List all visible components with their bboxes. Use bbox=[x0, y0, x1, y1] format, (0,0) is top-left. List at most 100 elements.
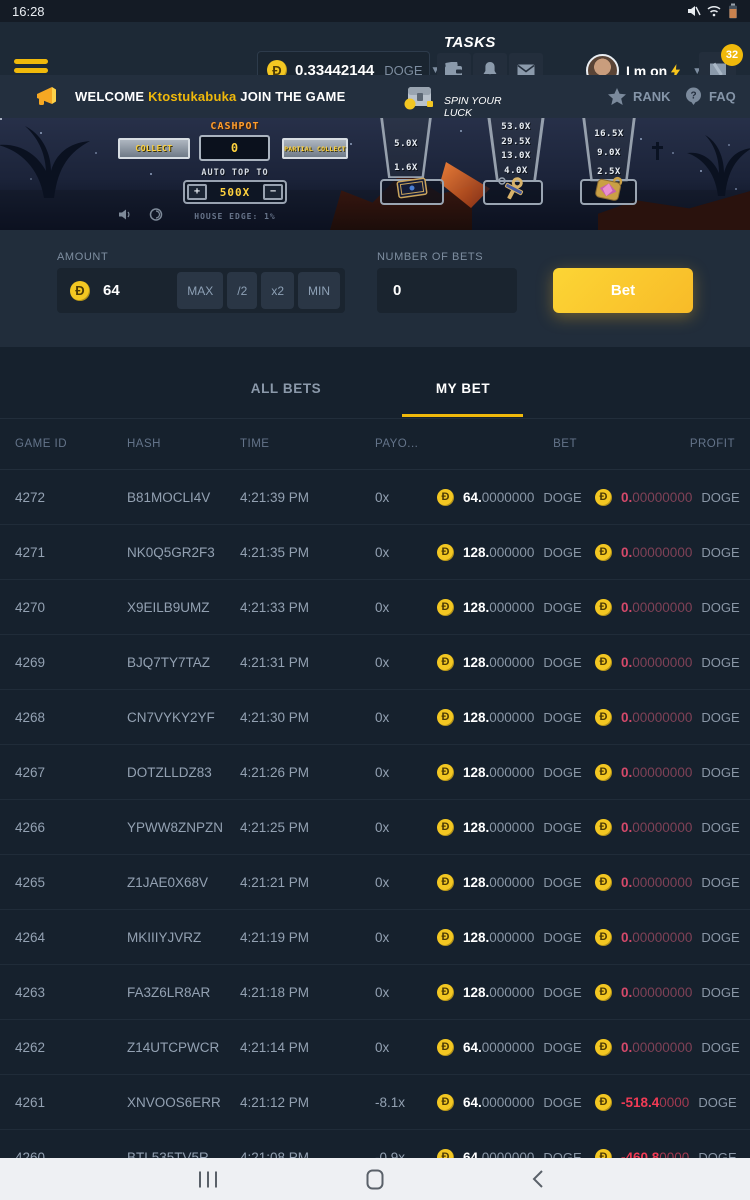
cell-payout: 0x bbox=[375, 930, 437, 945]
cell-bet: Ð64.0000000DOGE bbox=[437, 489, 577, 506]
profit-amount: 0.00000000 bbox=[621, 985, 692, 1000]
doge-coin-icon: Ð bbox=[595, 709, 612, 726]
table-row[interactable]: 4272B81MOCLI4V4:21:39 PM0xÐ64.0000000DOG… bbox=[0, 470, 750, 525]
cell-payout: 0x bbox=[375, 765, 437, 780]
cell-profit: Ð0.00000000DOGE bbox=[595, 544, 740, 561]
cell-time: 4:21:18 PM bbox=[240, 985, 375, 1000]
amount-modifier-button[interactable]: /2 bbox=[227, 272, 257, 309]
profit-amount: -518.40000 bbox=[621, 1095, 689, 1110]
bet-currency: DOGE bbox=[543, 820, 581, 835]
doge-coin-icon: Ð bbox=[437, 544, 454, 561]
home-button[interactable] bbox=[345, 1158, 405, 1200]
bets-input-group bbox=[377, 268, 517, 313]
rank-link[interactable]: RANK bbox=[608, 75, 671, 118]
bet-button[interactable]: Bet bbox=[553, 268, 693, 313]
increase-button[interactable]: + bbox=[187, 184, 207, 200]
bet-currency: DOGE bbox=[543, 1150, 581, 1159]
bet-currency: DOGE bbox=[543, 655, 581, 670]
profit-amount: 0.00000000 bbox=[621, 765, 692, 780]
table-row[interactable]: 4260BTL535TV5R4:21:08 PM-0.9xÐ64.0000000… bbox=[0, 1130, 750, 1158]
cell-hash: DOTZLLDZ83 bbox=[127, 765, 240, 780]
amount-modifier-button[interactable]: MIN bbox=[298, 272, 340, 309]
tower-1: 5.0X1.6X bbox=[378, 118, 434, 178]
table-row[interactable]: 4264MKIIIYJVRZ4:21:19 PM0xÐ128.000000DOG… bbox=[0, 910, 750, 965]
bet-currency: DOGE bbox=[543, 985, 581, 1000]
cell-payout: 0x bbox=[375, 1040, 437, 1055]
partial-collect-button[interactable]: PARTIAL COLLECT bbox=[282, 138, 348, 159]
profit-amount: 0.00000000 bbox=[621, 710, 692, 725]
grave-cross-decoration bbox=[652, 142, 663, 160]
cell-time: 4:21:14 PM bbox=[240, 1040, 375, 1055]
collect-button[interactable]: COLLECT bbox=[118, 138, 190, 159]
number-of-bets-input[interactable] bbox=[393, 282, 493, 299]
status-icons bbox=[687, 3, 738, 19]
cell-hash: Z14UTCPWCR bbox=[127, 1040, 240, 1055]
item-slot-book bbox=[380, 179, 444, 205]
table-row[interactable]: 4267DOTZLLDZ834:21:26 PM0xÐ128.000000DOG… bbox=[0, 745, 750, 800]
bet-amount: 128.000000 bbox=[463, 765, 534, 780]
table-row[interactable]: 4268CN7VYKY2YF4:21:30 PM0xÐ128.000000DOG… bbox=[0, 690, 750, 745]
table-row[interactable]: 4263FA3Z6LR8AR4:21:18 PM0xÐ128.000000DOG… bbox=[0, 965, 750, 1020]
cell-payout: 0x bbox=[375, 490, 437, 505]
table-row[interactable]: 4266YPWW8ZNPZN4:21:25 PM0xÐ128.000000DOG… bbox=[0, 800, 750, 855]
doge-coin-icon: Ð bbox=[595, 1149, 612, 1159]
tab-my-bet[interactable]: MY BET bbox=[393, 381, 533, 396]
stars-decoration bbox=[0, 118, 2, 120]
profit-currency: DOGE bbox=[701, 765, 739, 780]
cell-time: 4:21:35 PM bbox=[240, 545, 375, 560]
cell-bet: Ð128.000000DOGE bbox=[437, 709, 577, 726]
bet-currency: DOGE bbox=[543, 765, 581, 780]
profit-currency: DOGE bbox=[701, 655, 739, 670]
table-row[interactable]: 4265Z1JAE0X68V4:21:21 PM0xÐ128.000000DOG… bbox=[0, 855, 750, 910]
profit-currency: DOGE bbox=[701, 930, 739, 945]
bet-currency: DOGE bbox=[543, 1040, 581, 1055]
amount-modifier-button[interactable]: MAX bbox=[177, 272, 223, 309]
table-row[interactable]: 4270X9EILB9UMZ4:21:33 PM0xÐ128.000000DOG… bbox=[0, 580, 750, 635]
megaphone-icon bbox=[35, 85, 61, 108]
svg-text:?: ? bbox=[690, 91, 696, 102]
plant-decoration bbox=[686, 130, 750, 196]
provably-fair-icon[interactable] bbox=[149, 208, 164, 221]
cell-time: 4:21:39 PM bbox=[240, 490, 375, 505]
doge-coin-icon: Ð bbox=[595, 544, 612, 561]
cell-profit: Ð0.00000000DOGE bbox=[595, 654, 740, 671]
header-bet: BET bbox=[437, 438, 577, 450]
bet-currency: DOGE bbox=[543, 875, 581, 890]
cell-game-id: 4261 bbox=[15, 1095, 127, 1110]
book-icon bbox=[391, 175, 433, 201]
recent-apps-icon bbox=[197, 1171, 219, 1188]
table-row[interactable]: 4271NK0Q5GR2F34:21:35 PM0xÐ128.000000DOG… bbox=[0, 525, 750, 580]
table-row[interactable]: 4262Z14UTCPWCR4:21:14 PM0xÐ64.0000000DOG… bbox=[0, 1020, 750, 1075]
decrease-button[interactable]: − bbox=[263, 184, 283, 200]
table-row[interactable]: 4261XNVOOS6ERR4:21:12 PM-8.1xÐ64.0000000… bbox=[0, 1075, 750, 1130]
doge-coin-icon: Ð bbox=[437, 929, 454, 946]
cell-bet: Ð128.000000DOGE bbox=[437, 599, 577, 616]
recent-apps-button[interactable] bbox=[178, 1158, 238, 1200]
bet-amount: 64.0000000 bbox=[463, 1095, 534, 1110]
active-tab-underline bbox=[402, 414, 523, 417]
faq-link[interactable]: ? FAQ bbox=[685, 75, 736, 118]
cell-profit: Ð0.00000000DOGE bbox=[595, 1039, 740, 1056]
auto-top-label: AUTO TOP TO bbox=[175, 168, 295, 178]
tasks-link[interactable]: TASKSSPIN YOUR LUCK bbox=[403, 75, 506, 118]
table-row[interactable]: 4269BJQ7TY7TAZ4:21:31 PM0xÐ128.000000DOG… bbox=[0, 635, 750, 690]
profit-currency: DOGE bbox=[701, 710, 739, 725]
back-button[interactable] bbox=[508, 1158, 568, 1200]
cell-profit: Ð0.00000000DOGE bbox=[595, 489, 740, 506]
multiplier-label: 9.0X bbox=[597, 144, 621, 163]
tower-3: 16.5X9.0X2.5X bbox=[580, 118, 638, 182]
doge-coin-icon: Ð bbox=[437, 764, 454, 781]
amount-input[interactable] bbox=[103, 282, 163, 299]
amount-modifier-button[interactable]: x2 bbox=[261, 272, 294, 309]
tab-all-bets[interactable]: ALL BETS bbox=[216, 381, 356, 396]
cell-game-id: 4266 bbox=[15, 820, 127, 835]
profit-amount: 0.00000000 bbox=[621, 820, 692, 835]
cell-time: 4:21:08 PM bbox=[240, 1150, 375, 1159]
muted-speaker-icon bbox=[687, 5, 701, 17]
sound-toggle-icon[interactable] bbox=[118, 208, 134, 221]
doge-coin-icon: Ð bbox=[437, 1149, 454, 1159]
cell-game-id: 4262 bbox=[15, 1040, 127, 1055]
doge-coin-icon: Ð bbox=[595, 764, 612, 781]
cell-bet: Ð128.000000DOGE bbox=[437, 929, 577, 946]
doge-coin-icon: Ð bbox=[595, 984, 612, 1001]
